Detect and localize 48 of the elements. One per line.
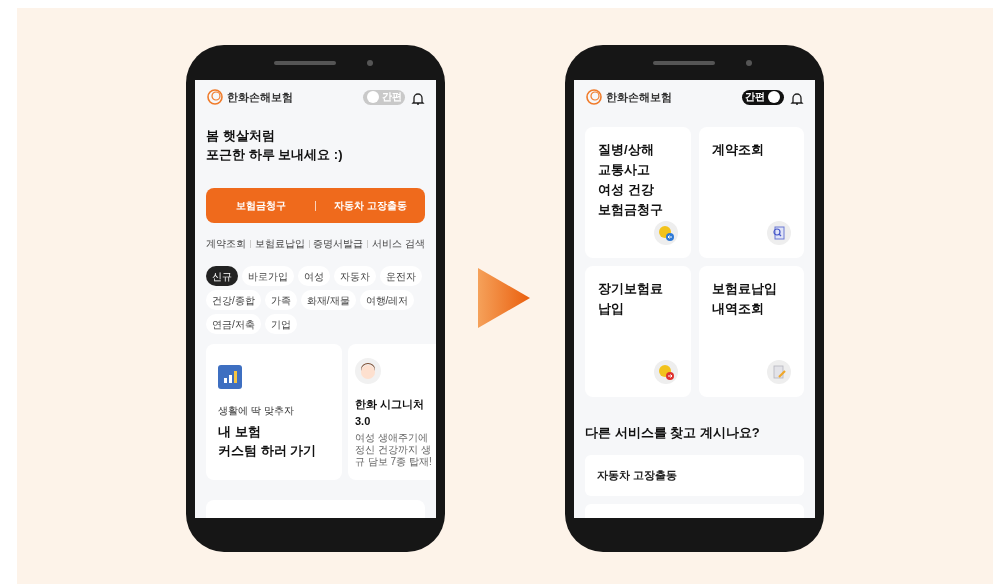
phone-camera [367, 60, 373, 66]
service-tile[interactable]: 계약조회 [698, 127, 804, 258]
person-icon [355, 358, 381, 384]
card-title: 내 보험 커스텀 하러 가기 [218, 423, 318, 460]
quick-link[interactable]: 서비스 검색 [372, 236, 425, 251]
service-tile[interactable]: 보험료납입 내역조회 [698, 266, 804, 397]
category-chip[interactable]: 자동차 [334, 266, 376, 286]
coin-icon [653, 360, 678, 384]
magnifier-icon [767, 221, 791, 245]
greeting-text: 봄 햇살처럼 포근한 하루 보내세요 :) [206, 127, 344, 164]
card-description: 여성 생애주기에 정신 건강까지 생 규 담보 7종 탑재! [355, 432, 433, 468]
document-icon [767, 360, 791, 384]
logo-icon [206, 88, 224, 106]
logo-icon [585, 88, 603, 106]
service-tile[interactable]: 질병/상해 교통사고 여성 건강 보험금청구 [585, 127, 691, 258]
category-chip[interactable]: 화재/재물 [300, 290, 356, 310]
category-chip[interactable]: 연금/저축 [206, 314, 261, 334]
category-chip[interactable]: 신규 [206, 266, 238, 286]
category-chip[interactable]: 여성 [298, 266, 330, 286]
service-tile[interactable]: 장기보험료 납입 [585, 266, 691, 397]
category-chip[interactable]: 건강/종합 [206, 290, 261, 310]
tile-title: 계약조회 [711, 141, 765, 159]
category-chip[interactable]: 기업 [264, 314, 297, 334]
category-chip[interactable]: 여행/레저 [359, 290, 415, 310]
coin-icon [653, 221, 678, 245]
chart-icon [218, 365, 242, 389]
quick-link[interactable]: 계약조회 [206, 236, 246, 251]
tile-title: 장기보험료 납입 [598, 280, 664, 318]
toggle-switch[interactable]: 간편 [742, 89, 784, 105]
card-title: 한화 시그니처 3.0 [355, 397, 426, 429]
phone-camera [746, 60, 752, 66]
section-heading: 다른 서비스를 찾고 계시나요? [585, 424, 761, 442]
quick-link[interactable]: 증명서발급 [313, 236, 364, 251]
phone-speaker [274, 61, 336, 65]
tile-title: 질병/상해 교통사고 여성 건강 보험금청구 [598, 141, 664, 219]
phone-speaker [653, 61, 715, 65]
product-card[interactable]: 한화 시그니처 3.0 여성 생애주기에 정신 건강까지 생 규 담보 7종 탑재! [348, 344, 436, 480]
category-chip[interactable]: 운전자 [380, 266, 422, 286]
brand-name: 한화손해보험 [227, 89, 293, 105]
quick-link[interactable]: 보험료납입 [254, 236, 305, 251]
brand-name: 한화손해보험 [606, 89, 672, 105]
promo-card[interactable]: 생활에 딱 맞추자 내 보험 커스텀 하러 가기 [206, 344, 342, 480]
category-chip[interactable]: 가족 [264, 290, 297, 310]
arrow-icon [478, 268, 530, 328]
category-chip[interactable]: 바로가입 [242, 266, 294, 286]
tile-title: 보험료납입 내역조회 [711, 280, 778, 318]
card-subtitle: 생활에 딱 맞추자 [218, 404, 295, 418]
service-item[interactable]: 자동차 고장출동 [585, 454, 804, 496]
